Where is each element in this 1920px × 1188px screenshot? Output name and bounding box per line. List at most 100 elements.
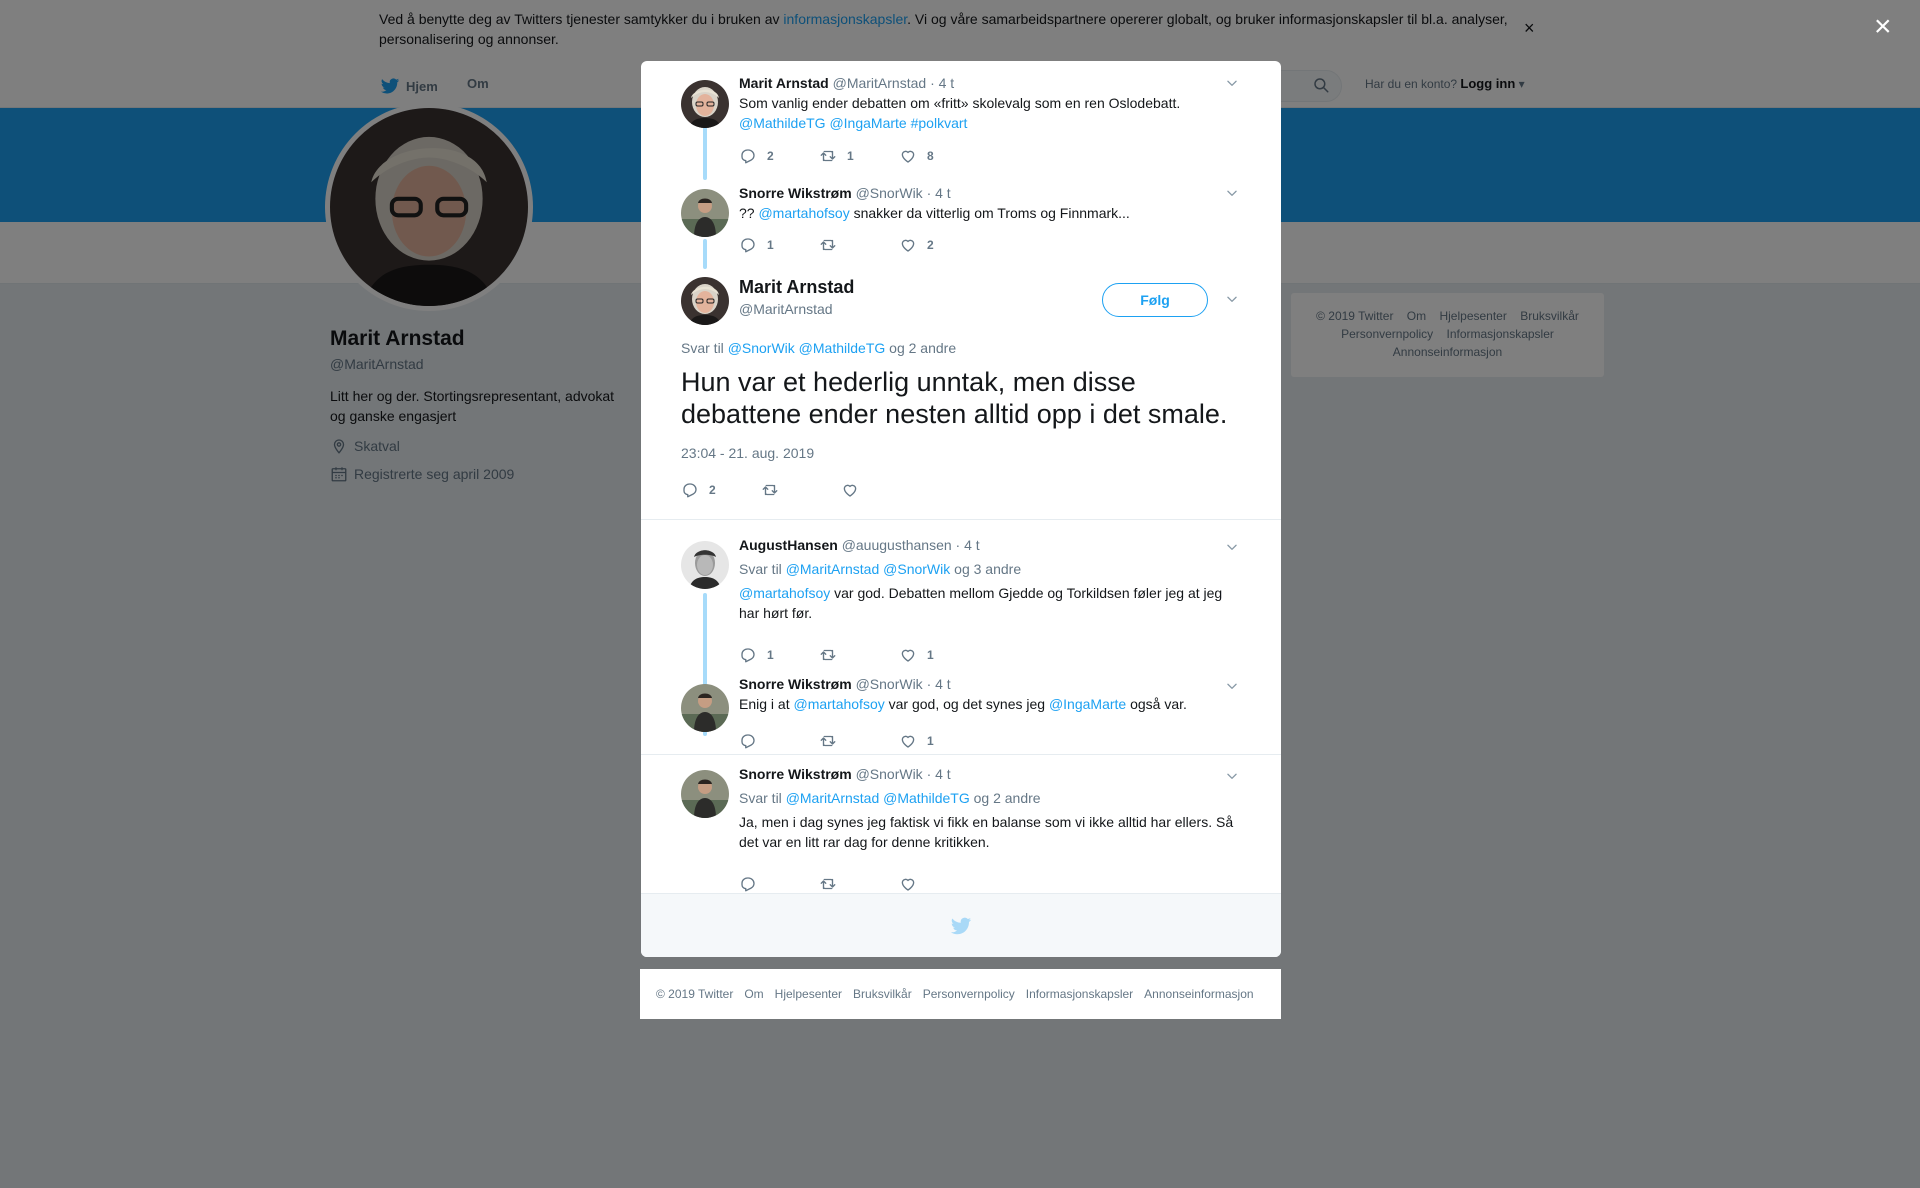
modal-footer [641,893,1281,957]
reply-icon [681,481,699,499]
retweet-icon [819,875,837,893]
chevron-down-icon[interactable] [1225,769,1239,783]
tweet-text: Enig i at @martahofsoy var god, og det s… [739,696,1187,712]
tweet-text: @martahofsoy var god. Debatten mellom Gj… [739,585,1223,621]
chevron-down-icon[interactable] [1225,292,1239,306]
retweet-icon [819,646,837,664]
tweet-author-handle[interactable]: @SnorWik [856,185,923,201]
like-button[interactable]: 2 [899,236,979,254]
reply-icon [739,875,757,893]
main-tweet-date[interactable]: 23:04 - 21. aug. 2019 [681,445,814,461]
footer-link-ads[interactable]: Annonseinformasjon [1144,987,1253,1001]
retweet-icon [819,236,837,254]
reply-button[interactable]: 1 [739,236,819,254]
reply-context: Svar til @SnorWik @MathildeTG og 2 andre [681,340,957,356]
retweet-button[interactable] [819,732,899,750]
close-modal-icon[interactable]: × [1874,12,1892,42]
retweet-icon [819,732,837,750]
footer-link-about[interactable]: Om [744,987,763,1001]
modal-footer-links: © 2019 Twitter Om Hjelpesenter Bruksvilk… [640,969,1281,1019]
footer-link-cookies[interactable]: Informasjonskapsler [1026,987,1133,1001]
chevron-down-icon[interactable] [1225,679,1239,693]
mention-link[interactable]: @martahofsoy [793,696,884,712]
footer-link-privacy[interactable]: Personvernpolicy [923,987,1015,1001]
avatar[interactable] [681,277,729,325]
follow-button[interactable]: Følg [1102,283,1208,317]
tweet-author-handle[interactable]: @SnorWik [856,766,923,782]
tweet-time[interactable]: · 4 t [927,766,951,782]
thread-line [703,239,707,269]
avatar[interactable] [681,684,729,732]
avatar[interactable] [681,541,729,589]
heart-icon [899,646,917,664]
tweet-text: Som vanlig ender debatten om «fritt» sko… [739,95,1181,111]
tweet-time[interactable]: · 4 t [927,676,951,692]
mention-link[interactable]: @martahofsoy [758,205,849,221]
avatar[interactable] [681,80,729,128]
reply-button[interactable] [739,875,819,893]
tweet-time[interactable]: · 4 t [930,75,954,91]
heart-icon [899,236,917,254]
retweet-button[interactable] [819,875,899,893]
tweet-text: ?? @martahofsoy snakker da vitterlig om … [739,205,1130,221]
twitter-bird-icon [950,915,972,937]
like-button[interactable]: 1 [899,646,979,664]
heart-icon [899,732,917,750]
heart-icon [899,875,917,893]
avatar[interactable] [681,189,729,237]
like-button[interactable]: 1 [899,732,979,750]
footer-link-help[interactable]: Hjelpesenter [775,987,842,1001]
main-tweet-author-name[interactable]: Marit Arnstad [739,277,854,298]
divider [641,519,1281,520]
thread-line [703,126,707,180]
footer-copyright: © 2019 Twitter [656,987,734,1001]
reply-mentions[interactable]: @SnorWik @MathildeTG [728,340,886,356]
retweet-button[interactable] [819,236,899,254]
tweet-author-name[interactable]: Marit Arnstad [739,75,829,91]
reply-context: Svar til @MaritArnstad @MathildeTG og 2 … [739,790,1041,806]
footer-link-terms[interactable]: Bruksvilkår [853,987,912,1001]
retweet-button[interactable] [761,481,841,499]
tweet-time[interactable]: · 4 t [956,537,980,553]
retweet-icon [761,481,779,499]
heart-icon [841,481,859,499]
reply-mentions[interactable]: @MaritArnstad @SnorWik [786,561,951,577]
divider [641,754,1281,755]
tweet-author-name[interactable]: AugustHansen [739,537,838,553]
reply-icon [739,236,757,254]
reply-button[interactable]: 2 [739,147,819,165]
tweet-author-handle[interactable]: @auugusthansen [842,537,952,553]
like-button[interactable] [841,481,921,499]
main-tweet-actions: 2 [681,481,921,499]
tweet-author-name[interactable]: Snorre Wikstrøm [739,676,852,692]
tweet-author-name[interactable]: Snorre Wikstrøm [739,766,852,782]
chevron-down-icon[interactable] [1225,186,1239,200]
retweet-button[interactable] [819,646,899,664]
mention-link[interactable]: @IngaMarte [1049,696,1126,712]
main-tweet-text: Hun var et hederlig unntak, men disse de… [681,367,1228,429]
reply-context: Svar til @MaritArnstad @SnorWik og 3 and… [739,561,1022,577]
chevron-down-icon[interactable] [1225,76,1239,90]
reply-mentions[interactable]: @MaritArnstad @MathildeTG [786,790,970,806]
reply-button[interactable] [739,732,819,750]
tweet-actions: 1 1 [739,646,979,664]
retweet-icon [819,147,837,165]
tweet-author-handle[interactable]: @MaritArnstad [833,75,927,91]
tweet-author-handle[interactable]: @SnorWik [856,676,923,692]
like-button[interactable] [899,875,979,893]
mention-link[interactable]: @martahofsoy [739,585,830,601]
chevron-down-icon[interactable] [1225,540,1239,554]
retweet-button[interactable]: 1 [819,147,899,165]
main-tweet-author-handle[interactable]: @MaritArnstad [739,301,833,317]
reply-icon [739,646,757,664]
reply-button[interactable]: 2 [681,481,761,499]
like-button[interactable]: 8 [899,147,979,165]
tweet-author-name[interactable]: Snorre Wikstrøm [739,185,852,201]
tweet-mentions[interactable]: @MathildeTG @IngaMarte #polkvart [739,113,1239,133]
reply-icon [739,147,757,165]
tweet-actions: 1 2 [739,236,979,254]
reply-button[interactable]: 1 [739,646,819,664]
tweet-text: Ja, men i dag synes jeg faktisk vi fikk … [739,814,1234,850]
avatar[interactable] [681,770,729,818]
tweet-time[interactable]: · 4 t [927,185,951,201]
